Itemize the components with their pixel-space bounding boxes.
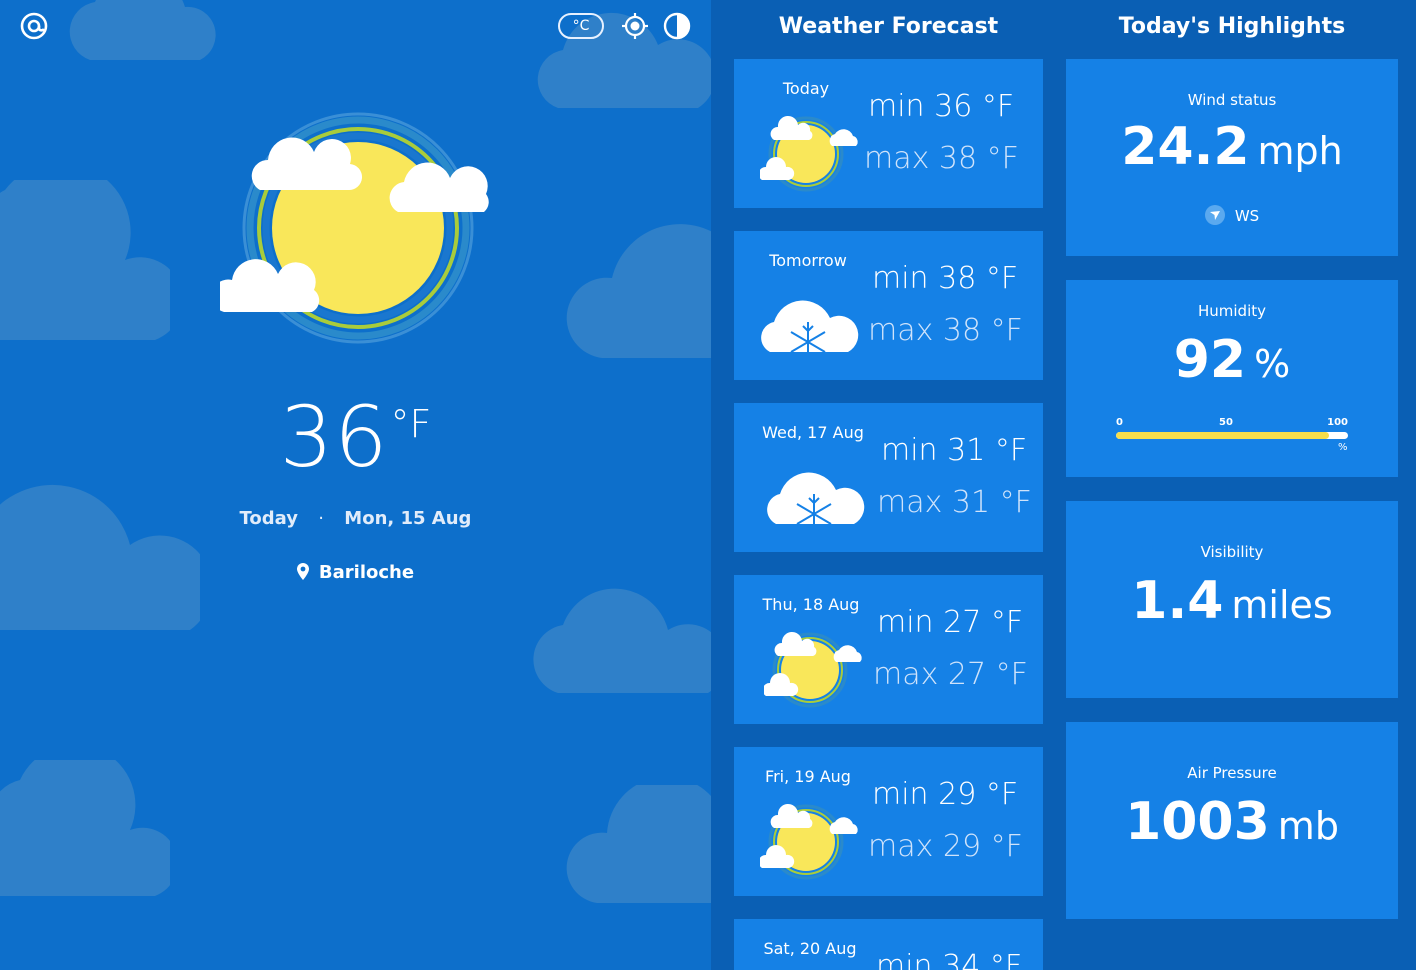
background-cloud: [0, 760, 170, 896]
background-cloud: [566, 785, 711, 903]
forecast-card-thu[interactable]: Thu, 18 Aug min 27 °F max 27 °F: [734, 575, 1043, 724]
sun-clouds-icon: [764, 630, 864, 708]
wind-direction: WS: [1066, 205, 1398, 225]
wind-status-card: Wind status 24.2 mph WS: [1066, 59, 1398, 256]
forecast-title: Weather Forecast: [778, 14, 999, 39]
forecast-day-label: Wed, 17 Aug: [762, 423, 864, 442]
forecast-min: min 31 °F: [881, 433, 1028, 468]
separator-dot: ·: [318, 508, 325, 529]
background-cloud: [0, 180, 170, 340]
humidity-value: 92%: [1066, 330, 1398, 390]
temperature-value: 36: [279, 388, 389, 486]
scale-min: 0: [1116, 417, 1123, 428]
wind-unit: mph: [1257, 129, 1343, 173]
wind-value: 24.2 mph: [1066, 117, 1398, 177]
temperature-unit: °F: [390, 402, 432, 446]
forecast-day-label: Fri, 19 Aug: [765, 767, 851, 786]
humidity-title: Humidity: [1197, 302, 1266, 320]
forecast-min: min 36 °F: [868, 89, 1015, 124]
forecast-min: min 27 °F: [877, 605, 1024, 640]
visibility-title: Visibility: [1200, 543, 1264, 561]
humidity-progress-bar: [1116, 432, 1348, 439]
current-temperature: 36°F: [0, 388, 711, 486]
at-logo-icon[interactable]: [20, 12, 48, 40]
pressure-value: 1003 mb: [1066, 792, 1398, 852]
humidity-card: Humidity 92% 0 50 100 %: [1066, 280, 1398, 477]
background-cloud: [69, 0, 216, 60]
forecast-day-label: Tomorrow: [769, 251, 847, 270]
scale-max: 100: [1327, 417, 1348, 428]
current-date: Today · Mon, 15 Aug: [0, 508, 711, 529]
wind-title: Wind status: [1187, 91, 1277, 109]
visibility-number: 1.4: [1131, 571, 1224, 631]
forecast-min: min 38 °F: [872, 261, 1019, 296]
current-day: Today: [239, 508, 298, 529]
snow-cloud-icon: [766, 471, 866, 535]
locate-icon[interactable]: [621, 12, 649, 40]
wind-direction-label: WS: [1234, 207, 1260, 225]
forecast-card-wed[interactable]: Wed, 17 Aug min 31 °F max 31 °F: [734, 403, 1043, 552]
forecast-card-tomorrow[interactable]: Tomorrow min 38 °F max 38 °F: [734, 231, 1043, 380]
visibility-value: 1.4 miles: [1066, 571, 1398, 631]
forecast-card-sat[interactable]: Sat, 20 Aug min 34 °F: [734, 919, 1043, 970]
current-location: Bariloche: [0, 562, 711, 583]
visibility-card: Visibility 1.4 miles: [1066, 501, 1398, 698]
forecast-max: max 38 °F: [868, 313, 1023, 348]
forecast-card-fri[interactable]: Fri, 19 Aug min 29 °F max 29 °F: [734, 747, 1043, 896]
scale-mid: 50: [1219, 417, 1233, 428]
highlights-title: Today's Highlights: [1118, 14, 1346, 39]
air-pressure-card: Air Pressure 1003 mb: [1066, 722, 1398, 919]
navigation-arrow-icon: [1204, 205, 1225, 225]
humidity-number: 92: [1173, 330, 1247, 390]
humidity-unit: %: [1254, 342, 1291, 386]
forecast-max: max 31 °F: [877, 485, 1032, 520]
background-cloud: [566, 224, 711, 358]
pressure-number: 1003: [1125, 792, 1270, 852]
sun-clouds-icon: [220, 112, 489, 344]
forecast-max: max 27 °F: [873, 657, 1028, 692]
snow-cloud-icon: [760, 299, 860, 363]
sun-clouds-icon: [760, 114, 860, 192]
sun-clouds-icon: [760, 802, 860, 880]
unit-toggle-button[interactable]: °C: [558, 13, 604, 39]
current-date-text: Mon, 15 Aug: [344, 508, 472, 529]
background-cloud: [533, 588, 711, 693]
pressure-unit: mb: [1277, 804, 1339, 848]
forecast-max: max 38 °F: [864, 141, 1019, 176]
forecast-min: min 29 °F: [872, 777, 1019, 812]
wind-speed: 24.2: [1121, 117, 1250, 177]
pressure-title: Air Pressure: [1187, 764, 1277, 782]
forecast-max: max 29 °F: [868, 829, 1023, 864]
scale-unit: %: [1338, 442, 1348, 453]
humidity-progress-fill: [1116, 432, 1330, 439]
forecast-day-label: Sat, 20 Aug: [763, 939, 857, 958]
forecast-card-today[interactable]: Today min 36 °F max 38 °F: [734, 59, 1043, 208]
map-pin-icon: [296, 563, 309, 580]
location-name: Bariloche: [318, 562, 415, 583]
contrast-icon[interactable]: [663, 12, 691, 40]
forecast-day-label: Today: [782, 79, 830, 98]
forecast-min: min 34 °F: [876, 949, 1023, 970]
visibility-unit: miles: [1231, 583, 1333, 627]
forecast-day-label: Thu, 18 Aug: [762, 595, 860, 614]
current-weather-panel: °C 36°F Today · Mon, 15 Aug Bariloche: [0, 0, 711, 970]
